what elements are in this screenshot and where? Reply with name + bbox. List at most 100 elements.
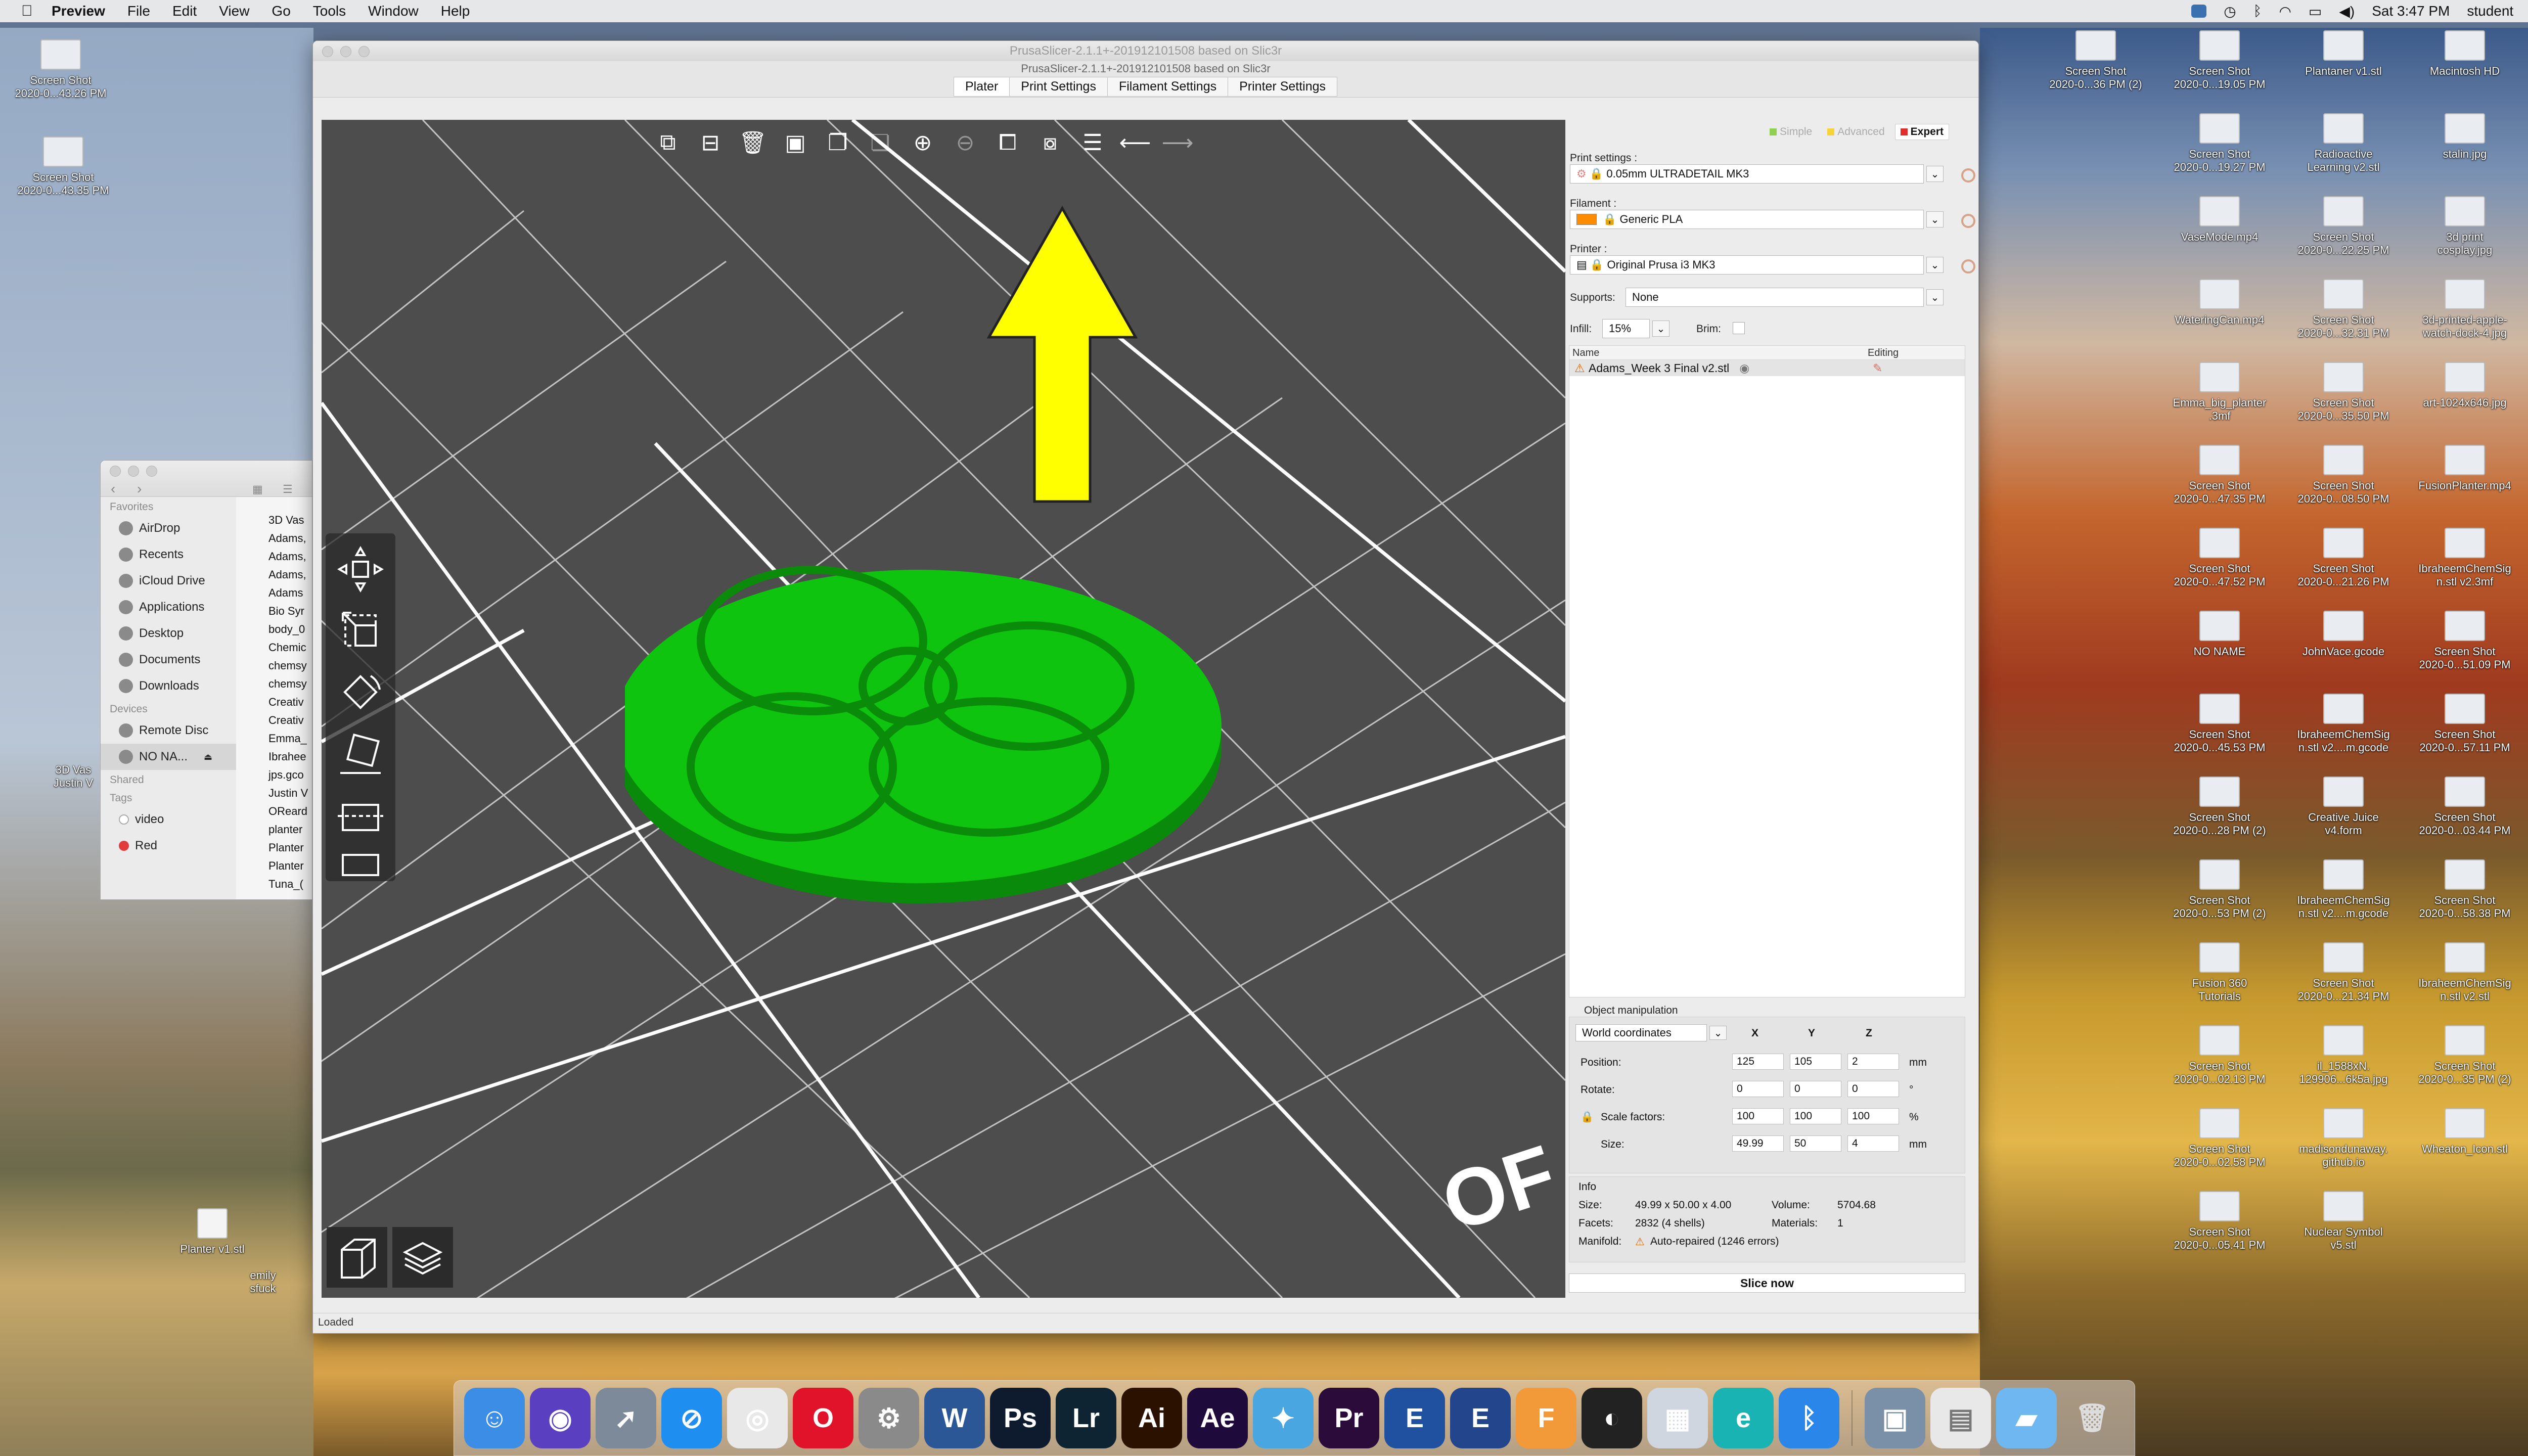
desktop-file-icon[interactable]: Screen Shot 2020-0...19.05 PM bbox=[2161, 30, 2278, 91]
scale-y-input[interactable]: 100 bbox=[1790, 1108, 1841, 1124]
tab-filament-settings[interactable]: Filament Settings bbox=[1107, 77, 1229, 97]
finder-file-row[interactable]: Planter bbox=[243, 857, 312, 875]
photoshop-icon[interactable]: Ps bbox=[990, 1388, 1051, 1448]
filament-combo[interactable]: 🔒 Generic PLA ⌄ bbox=[1570, 210, 1944, 229]
chrome-icon[interactable]: ◎ bbox=[727, 1388, 788, 1448]
eye-icon[interactable]: ◉ bbox=[1739, 361, 1749, 375]
finder-file-row[interactable]: chemsy bbox=[243, 657, 312, 675]
desktop-file-icon[interactable]: Screen Shot 2020-0...57.11 PM bbox=[2407, 694, 2523, 754]
desktop-file-icon[interactable]: Screen Shot 2020-0...28 PM (2) bbox=[2161, 777, 2278, 837]
desktop-file-icon[interactable]: Screen Shot 2020-0...02.13 PM bbox=[2161, 1025, 2278, 1086]
eject-icon[interactable]: ⏏ bbox=[204, 752, 212, 762]
finder-file-row[interactable]: 3D Vas bbox=[243, 511, 312, 529]
image-capture-icon[interactable]: ▣ bbox=[1865, 1388, 1925, 1448]
desktop-file-icon[interactable]: Radioactive Learning v2.stl bbox=[2285, 113, 2402, 174]
scale-lock-icon[interactable]: 🔒 bbox=[1581, 1111, 1594, 1123]
sidebar-item-downloads[interactable]: Downloads bbox=[101, 673, 236, 699]
desktop-file-icon[interactable]: 3d-printed-apple- watch-dock-4.jpg bbox=[2407, 279, 2523, 340]
finder-file-row[interactable]: body_0 bbox=[243, 620, 312, 639]
e-learning-icon[interactable]: e bbox=[1713, 1388, 1774, 1448]
desktop-file-icon[interactable]: IbraheemChemSig n.stl v2....m.gcode bbox=[2285, 859, 2402, 920]
print-settings-combo[interactable]: ⚙ 🔒 0.05mm ULTRADETAIL MK3 ⌄ bbox=[1570, 164, 1944, 184]
chevron-down-icon[interactable]: ⌄ bbox=[1709, 1026, 1727, 1040]
3d-view-icon[interactable] bbox=[327, 1227, 387, 1288]
desktop-file-icon[interactable]: art-1024x646.jpg bbox=[2407, 362, 2523, 410]
remove-instance-icon[interactable]: ⊖ bbox=[947, 127, 983, 158]
slice-now-button[interactable]: Slice now bbox=[1569, 1273, 1965, 1293]
e-app-2-icon[interactable]: E bbox=[1450, 1388, 1511, 1448]
bluetooth-icon[interactable]: ᛒ bbox=[1779, 1388, 1839, 1448]
desktop-file-icon[interactable]: Screen Shot 2020-0...45.53 PM bbox=[2161, 694, 2278, 754]
position-y-input[interactable]: 105 bbox=[1790, 1054, 1841, 1070]
desktop-file-icon[interactable]: IbraheemChemSig n.stl v2.3mf bbox=[2407, 528, 2523, 588]
desktop-file-icon[interactable]: Screen Shot 2020-0...35.50 PM bbox=[2285, 362, 2402, 423]
desktop-file-icon[interactable]: Fusion 360 Tutorials bbox=[2161, 942, 2278, 1003]
mode-simple[interactable]: Simple bbox=[1765, 124, 1817, 140]
arrange-icon[interactable]: ▣ bbox=[778, 127, 813, 158]
desktop-file-icon[interactable]: Wheaton_Icon.stl bbox=[2407, 1108, 2523, 1156]
menu-help[interactable]: Help bbox=[441, 3, 470, 19]
chevron-down-icon[interactable]: ⌄ bbox=[1652, 321, 1669, 337]
desktop-file-icon[interactable]: stalin.jpg bbox=[2407, 113, 2523, 161]
documents-stack-icon[interactable]: ▤ bbox=[1930, 1388, 1991, 1448]
desktop-file-icon[interactable]: Screen Shot 2020-0...47.35 PM bbox=[2161, 445, 2278, 506]
premiere-icon[interactable]: Pr bbox=[1319, 1388, 1379, 1448]
redo-icon[interactable]: ⟶ bbox=[1160, 127, 1195, 158]
close-button[interactable] bbox=[110, 466, 121, 477]
edit-icon[interactable]: ✎ bbox=[1873, 361, 1882, 375]
filament-gear-icon[interactable] bbox=[1961, 214, 1975, 228]
desktop-file-icon[interactable]: Plantaner v1.stl bbox=[2285, 30, 2402, 78]
scale-tool-icon[interactable] bbox=[333, 605, 388, 657]
menu-view[interactable]: View bbox=[219, 3, 249, 19]
paste-icon[interactable]: ❏ bbox=[863, 127, 898, 158]
finder-file-row[interactable]: Adams, bbox=[243, 548, 312, 566]
desktop-file-icon[interactable]: Screen Shot 2020-0...21.26 PM bbox=[2285, 528, 2402, 588]
desktop-file-justin[interactable]: 3D Vas Justin V bbox=[43, 763, 104, 790]
desktop-file-icon[interactable]: Screen Shot 2020-0...32.31 PM bbox=[2285, 279, 2402, 340]
coordinate-system-select[interactable]: World coordinates ⌄ bbox=[1575, 1024, 1727, 1041]
siri-icon[interactable]: ◉ bbox=[530, 1388, 591, 1448]
volume-icon[interactable]: ◀) bbox=[2339, 3, 2355, 20]
desktop-file-icon[interactable]: WateringCan.mp4 bbox=[2161, 279, 2278, 327]
desktop-file-icon[interactable]: Screen Shot 2020-0...47.52 PM bbox=[2161, 528, 2278, 588]
wifi-icon[interactable]: ◠ bbox=[2279, 3, 2291, 20]
desktop-file-icon[interactable]: Nuclear Symbol v5.stl bbox=[2285, 1191, 2402, 1252]
rotate-tool-icon[interactable] bbox=[333, 666, 388, 718]
finder-file-row[interactable]: Chemic bbox=[243, 639, 312, 657]
name-column-header[interactable]: Name bbox=[1572, 347, 1599, 359]
biohazard-model[interactable] bbox=[625, 504, 1232, 959]
preview-layers-icon[interactable] bbox=[392, 1227, 453, 1288]
tab-plater[interactable]: Plater bbox=[953, 77, 1010, 97]
system-preferences-icon[interactable]: ⚙ bbox=[859, 1388, 919, 1448]
apple-menu-icon[interactable]:  bbox=[21, 3, 52, 20]
desktop-file-icon[interactable]: Screen Shot 2020-0...19.27 PM bbox=[2161, 113, 2278, 174]
add-instance-icon[interactable]: ⊕ bbox=[905, 127, 940, 158]
print-settings-gear-icon[interactable] bbox=[1961, 168, 1975, 183]
desktop-file-icon[interactable]: il_1588xN. 129906...6k5a.jpg bbox=[2285, 1025, 2402, 1086]
word-icon[interactable]: W bbox=[924, 1388, 985, 1448]
sidebar-item-no-name[interactable]: NO NA... ⏏ bbox=[101, 744, 236, 770]
e-app-icon[interactable]: E bbox=[1384, 1388, 1445, 1448]
tab-printer-settings[interactable]: Printer Settings bbox=[1228, 77, 1338, 97]
bluetooth-icon[interactable]: ᛒ bbox=[2253, 3, 2262, 19]
zoom-button[interactable] bbox=[358, 46, 370, 57]
menu-edit[interactable]: Edit bbox=[172, 3, 197, 19]
desktop-file-icon[interactable]: Screen Shot 2020-0...53 PM (2) bbox=[2161, 859, 2278, 920]
sidebar-item-icloud[interactable]: iCloud Drive bbox=[101, 568, 236, 594]
finder-file-row[interactable]: Adams, bbox=[243, 529, 312, 548]
preview-icon[interactable]: ▦ bbox=[1647, 1388, 1708, 1448]
position-x-input[interactable]: 125 bbox=[1732, 1054, 1784, 1070]
finder-file-row[interactable]: OReard bbox=[243, 802, 312, 821]
cut-tool-icon[interactable] bbox=[333, 789, 388, 841]
desktop-file-icon[interactable]: Screen Shot 2020-0...08.50 PM bbox=[2285, 445, 2402, 506]
time-machine-icon[interactable]: ◷ bbox=[2224, 3, 2236, 20]
rotate-z-input[interactable]: 0 bbox=[1847, 1081, 1899, 1097]
size-x-input[interactable]: 49.99 bbox=[1732, 1135, 1784, 1152]
object-row[interactable]: ⚠ Adams_Week 3 Final v2.stl ◉ ✎ bbox=[1569, 360, 1965, 376]
user-name[interactable]: student bbox=[2467, 3, 2513, 19]
desktop-file-screenshot[interactable]: Screen Shot 2020-0...43.26 PM bbox=[3, 39, 119, 100]
split-parts-icon[interactable]: ⧇ bbox=[1032, 127, 1068, 158]
sidebar-tag-video[interactable]: video bbox=[101, 806, 236, 833]
finder-file-row[interactable]: Adams, bbox=[243, 566, 312, 584]
add-object-icon[interactable]: ⧉ bbox=[650, 127, 686, 158]
